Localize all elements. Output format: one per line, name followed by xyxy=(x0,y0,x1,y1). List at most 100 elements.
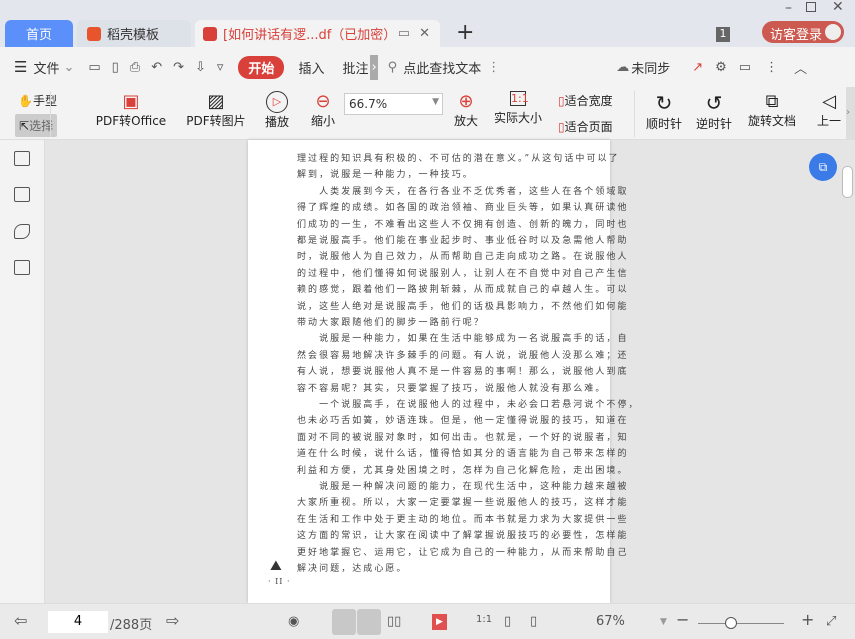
zoom-out-button[interactable]: − xyxy=(676,610,689,629)
fit-page-button[interactable]: ▯适合页面 xyxy=(558,118,613,135)
convert-icon[interactable] xyxy=(14,260,30,275)
prev-page-icon[interactable]: ⇦ xyxy=(14,611,27,630)
rotate-ccw-icon: ↺ xyxy=(705,91,723,115)
window-count-badge[interactable]: 1 xyxy=(716,27,730,42)
zoom-slider-handle[interactable] xyxy=(725,617,737,629)
pin-icon[interactable]: ▭ xyxy=(398,26,410,41)
new-tab-button[interactable]: + xyxy=(456,20,474,45)
next-page-icon[interactable]: ⇨ xyxy=(166,611,179,630)
share-icon[interactable]: ↗ xyxy=(692,60,703,75)
fit-page-icon[interactable]: ▯ xyxy=(504,614,511,629)
text-line: 解到，说服是一种能力，一种技巧。 xyxy=(297,170,474,181)
login-button[interactable]: 访客登录 xyxy=(762,21,844,43)
rotate-document-button[interactable]: ⧉ 旋转文档 xyxy=(746,91,798,129)
text-line: 这方面的常识，让大家在阅读中了解掌握说服技巧的必要性，怎样能 xyxy=(297,531,629,542)
text-line: 面对不同的被说服对象时，如何出击。也就是，一个好的说服者，知 xyxy=(297,432,629,443)
text-line: 更好地掌握它、运用它，让它成为自己的一种能力，从而来帮助自己 xyxy=(297,547,629,558)
label: 播放 xyxy=(264,115,289,129)
rotate-clockwise-button[interactable]: ↻ 顺时针 xyxy=(644,91,684,132)
label: 放大 xyxy=(453,114,478,128)
thumbnail-icon[interactable] xyxy=(14,187,30,202)
floating-tool-button[interactable]: ⧉ xyxy=(809,153,837,181)
text-line: 也未必巧舌如簧，妙语连珠。但是，他一定懂得说服的技巧，知道在 xyxy=(297,416,629,427)
zoom-in-button[interactable]: ⊕ 放大 xyxy=(452,91,480,129)
cursor-icon: ⇱ xyxy=(19,119,30,133)
tab-annotate[interactable]: 批注 xyxy=(342,58,368,77)
label: 上一 xyxy=(816,114,841,128)
text-line: 人类发展到今天，在各行各业不乏优秀者，这些人在各个领域取 xyxy=(297,186,629,197)
chevron-down-icon[interactable]: ▼ xyxy=(660,617,667,627)
zoom-slider[interactable] xyxy=(698,623,784,624)
minimize-button[interactable]: – xyxy=(785,0,792,16)
tab-bar: 首页 稻壳模板 [如何讲话有逻...df（已加密） ▭ ✕ + 1 访客登录 – ✕ xyxy=(0,0,855,47)
page-number-input[interactable]: 4 xyxy=(48,611,108,633)
eye-protection-icon[interactable]: ◉ xyxy=(288,614,299,629)
tab-start[interactable]: 开始 xyxy=(238,55,285,79)
fullscreen-icon[interactable]: ⤢ xyxy=(826,614,836,629)
label: PDF转Office xyxy=(95,114,167,128)
fit-width-icon[interactable]: ▯ xyxy=(530,614,537,629)
ribbon-scroll-right[interactable]: › xyxy=(846,87,855,140)
play-icon: ▷ xyxy=(266,91,288,113)
hand-tool-button[interactable]: ✋手型 xyxy=(18,92,57,109)
tab-label: [如何讲话有逻...df（已加密） xyxy=(223,28,397,43)
text-line: 容不容易呢？其实，只要掌握了技巧，说服他人就没有那么难。 xyxy=(297,383,607,394)
tab-insert[interactable]: 插入 xyxy=(298,58,324,77)
fit-width-button[interactable]: ▯适合宽度 xyxy=(558,92,613,109)
more-icon[interactable]: ⋮ xyxy=(765,60,778,75)
zoom-out-button[interactable]: ⊖ 缩小 xyxy=(308,91,338,129)
rotate-cw-icon: ↻ xyxy=(655,91,673,115)
text-line: 解决问题，达成心愿。 xyxy=(297,564,408,574)
tab-label: 稻壳模板 xyxy=(107,28,160,43)
divider xyxy=(50,91,51,137)
text-line: 说，这些人绝对是说服高手，他们的话极具影响力，不然他们如何能 xyxy=(297,301,629,312)
avatar xyxy=(825,24,841,40)
search-box[interactable]: 点此查找文本 xyxy=(403,58,481,77)
prev-page-button[interactable]: ◁ 上一 xyxy=(816,91,842,129)
menu-icon[interactable]: ☰ xyxy=(14,58,27,76)
text-line: 然会很容易地解决许多棘手的问题。有人说，说服他人没那么难；还 xyxy=(297,350,629,361)
pdf-icon xyxy=(203,26,217,41)
text-line: 一个说服高手，在说服他人的过程中，未必会口若悬河说个不停， xyxy=(297,400,640,410)
pdf-to-office-button[interactable]: ▣ PDF转Office xyxy=(92,91,170,129)
play-button[interactable]: ▷ 播放 xyxy=(262,91,292,130)
text-line: 有人说，想要说服他人真不是一件容易的事啊！那么，说服他人到底 xyxy=(297,367,629,378)
continuous-view-button[interactable] xyxy=(332,609,356,635)
close-tab-icon[interactable]: ✕ xyxy=(419,26,430,41)
close-window-button[interactable]: ✕ xyxy=(832,0,844,15)
actual-size-button[interactable]: 1:1 实际大小 xyxy=(492,91,544,126)
tab-template[interactable]: 稻壳模板 xyxy=(77,20,191,47)
tab-document[interactable]: [如何讲话有逻...df（已加密） ▭ ✕ xyxy=(195,20,440,47)
pdf-to-image-button[interactable]: ▨ PDF转图片 xyxy=(184,91,248,129)
comment-icon[interactable]: ▭ xyxy=(739,60,751,75)
zoom-percent[interactable]: 67% xyxy=(596,614,625,629)
annotation-icon[interactable] xyxy=(14,224,30,239)
pdf-office-icon: ▣ xyxy=(122,91,140,112)
more-icon[interactable]: ⋮ xyxy=(487,60,500,75)
sync-status[interactable]: 未同步 xyxy=(631,58,670,77)
file-menu[interactable]: 文件 xyxy=(33,58,59,77)
zoom-select[interactable]: 66.7% ▼ xyxy=(344,93,443,115)
single-page-button[interactable] xyxy=(357,609,381,635)
quick-access-icons[interactable]: ▭▯⎙↶↷⇩▿ xyxy=(88,60,234,75)
outline-icon[interactable] xyxy=(14,151,30,166)
text-line: 的过程中，他们懂得如何说服别人，让别人在不自觉中对自己产生信 xyxy=(297,268,629,279)
two-page-icon[interactable]: ▯▯ xyxy=(387,614,401,629)
vertical-scrollbar[interactable] xyxy=(842,166,853,198)
tab-home[interactable]: 首页 xyxy=(5,20,73,47)
gear-icon[interactable]: ⚙ xyxy=(715,60,727,75)
rotate-counter-button[interactable]: ↺ 逆时针 xyxy=(694,91,734,132)
login-label: 访客登录 xyxy=(770,28,823,43)
text-line: 带动大家跟随他们的脚步一路前行呢？ xyxy=(297,318,485,328)
maximize-button[interactable] xyxy=(806,2,816,12)
hand-icon: ✋ xyxy=(18,94,33,108)
collapse-ribbon-icon[interactable]: ︿ xyxy=(794,58,807,77)
zoom-in-button[interactable]: + xyxy=(801,610,814,629)
actual-size-icon[interactable]: 1:1 xyxy=(476,614,492,625)
ribbon-scroll-right[interactable]: › xyxy=(370,54,378,80)
docer-logo-icon xyxy=(87,26,101,41)
play-icon[interactable]: ▶ xyxy=(432,614,447,630)
total-pages: /288页 xyxy=(110,618,153,633)
label: 顺时针 xyxy=(645,117,682,131)
chevron-down-icon: ▼ xyxy=(432,97,439,107)
